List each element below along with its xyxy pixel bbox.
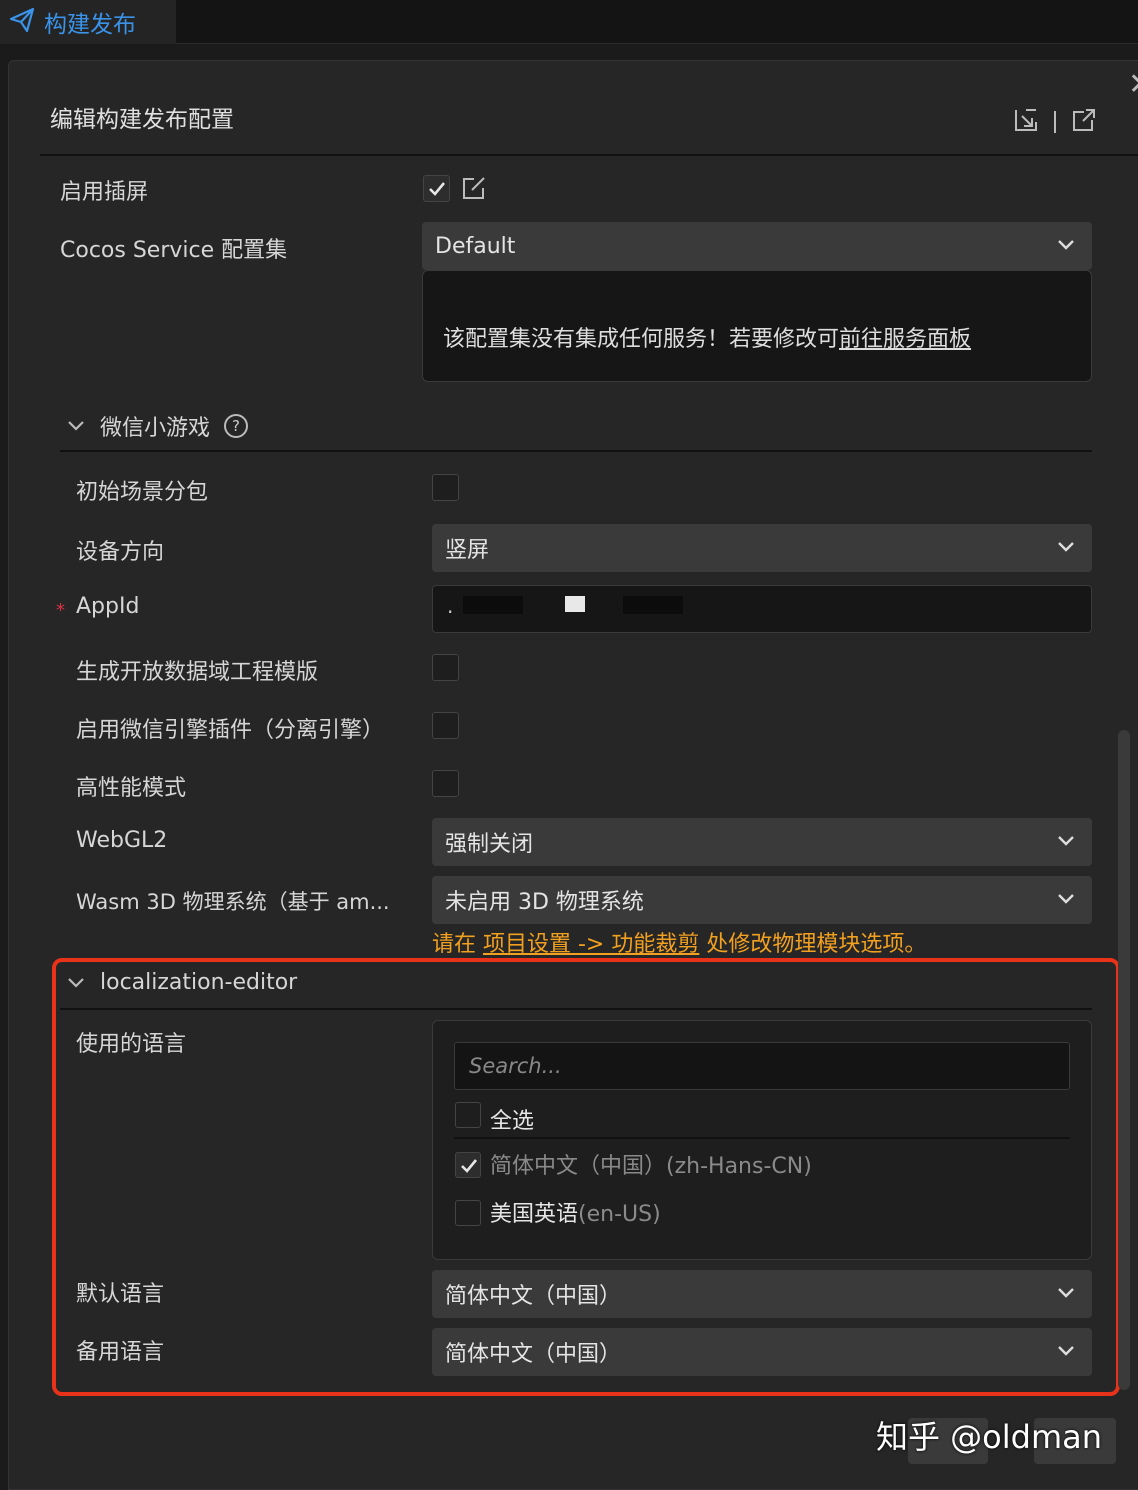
tab-bar: 构建发布 [0,0,1138,44]
language-search-input[interactable]: Search... [454,1042,1070,1090]
orientation-label: 设备方向 [76,540,165,565]
service-value: Default [435,233,516,259]
project-settings-link[interactable]: 项目设置 -> 功能裁剪 [483,932,699,957]
import-icon[interactable] [1012,106,1040,138]
chevron-down-icon [1058,542,1074,552]
interstitial-label: 启用插屏 [60,180,149,205]
lang-en-label: 美国英语(en-US) [490,1202,661,1227]
service-info-text: 该配置集没有集成任何服务！若要修改可前往服务面板 [443,327,972,352]
wechat-section-header[interactable]: 微信小游戏 ? [66,410,249,442]
open-data-label: 生成开放数据域工程模版 [76,660,319,685]
wasm-value: 未启用 3D 物理系统 [445,890,644,915]
physics-hint: 请在 项目设置 -> 功能裁剪 处修改物理模块选项。 [432,932,927,957]
scrollbar[interactable] [1118,730,1130,1390]
send-icon [8,6,36,38]
export-icon[interactable] [1070,106,1098,138]
fallback-language-select[interactable]: 简体中文（中国） [432,1328,1092,1376]
fallback-language-value: 简体中文（中国） [445,1342,622,1367]
chevron-down-icon [1058,894,1074,904]
header-actions [1012,106,1098,138]
default-language-value: 简体中文（中国） [445,1284,622,1309]
wasm-label: Wasm 3D 物理系统（基于 am... [76,890,390,914]
engine-plugin-label: 启用微信引擎插件（分离引擎） [76,718,385,743]
tab-build-publish[interactable]: 构建发布 [0,0,176,44]
lang-zh-label: 简体中文（中国）(zh-Hans-CN) [490,1154,812,1179]
wechat-divider [60,450,1092,452]
localization-section-header[interactable]: localization-editor [66,970,297,995]
edit-icon[interactable] [460,174,488,206]
service-info-box: 该配置集没有集成任何服务！若要修改可前往服务面板 [422,270,1092,382]
webgl2-label: WebGL2 [76,828,168,853]
localization-divider [60,1008,1092,1010]
redaction-block [565,596,585,612]
webgl2-select[interactable]: 强制关闭 [432,818,1092,866]
wechat-section-title: 微信小游戏 [100,416,211,441]
fallback-language-label: 备用语言 [76,1340,165,1365]
localization-section-title: localization-editor [100,970,298,995]
chevron-down-icon [68,977,84,988]
engine-plugin-checkbox[interactable] [432,712,459,739]
initial-scene-label: 初始场景分包 [76,480,209,505]
service-select[interactable]: Default [422,222,1092,270]
chevron-down-icon [1058,1288,1074,1298]
lang-en-checkbox[interactable] [455,1200,481,1226]
chevron-down-icon [1058,836,1074,846]
select-all-label: 全选 [490,1109,535,1134]
panel-title: 编辑构建发布配置 [50,107,234,133]
tab-label: 构建发布 [44,12,136,38]
chevron-down-icon [1058,240,1074,250]
open-data-checkbox[interactable] [432,654,459,681]
redaction-block [623,596,683,614]
service-panel-link[interactable]: 前往服务面板 [839,327,971,352]
languages-label: 使用的语言 [76,1032,187,1057]
chevron-down-icon [68,421,84,431]
appid-value: . [447,594,454,618]
webgl2-value: 强制关闭 [445,832,534,857]
interstitial-checkbox[interactable] [423,175,450,202]
redaction-block [463,596,523,614]
default-language-select[interactable]: 简体中文（中国） [432,1270,1092,1318]
chevron-down-icon [1058,1346,1074,1356]
language-list-divider [454,1137,1070,1139]
lang-zh-checkbox[interactable] [455,1152,481,1178]
high-perf-label: 高性能模式 [76,776,187,801]
required-marker: * [56,600,65,621]
appid-input[interactable]: . [432,585,1092,633]
help-icon[interactable]: ? [224,414,249,438]
initial-scene-checkbox[interactable] [432,474,459,501]
wasm-select[interactable]: 未启用 3D 物理系统 [432,876,1092,924]
appid-label: AppId [76,594,140,619]
close-icon[interactable]: ✕ [1128,70,1138,100]
header-divider [40,154,1138,156]
high-perf-checkbox[interactable] [432,770,459,797]
watermark: 知乎 @oldman [876,1418,1103,1456]
default-language-label: 默认语言 [76,1282,165,1307]
orientation-value: 竖屏 [445,538,490,563]
header-separator [1054,111,1056,133]
orientation-select[interactable]: 竖屏 [432,524,1092,572]
select-all-checkbox[interactable] [455,1102,481,1128]
service-label: Cocos Service 配置集 [60,238,288,263]
